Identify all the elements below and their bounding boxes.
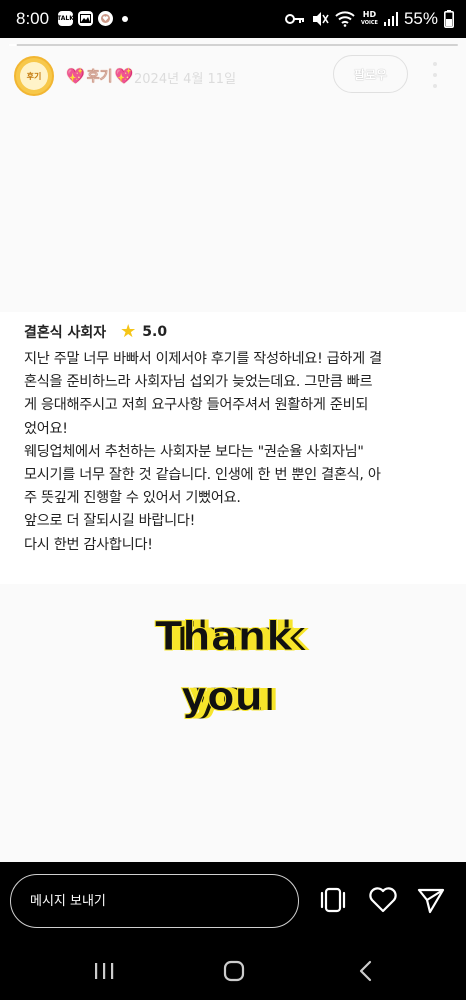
sticker-line2: you [181,674,263,720]
story-date: 2024년 4월 11일 [134,72,237,87]
wifi-icon [335,11,355,27]
story-progress-bar [8,44,458,46]
thank-you-sticker: Thank Thank Thank Thank you you you you [155,614,311,721]
system-icons: HD VOICE 55% [284,9,454,29]
story-header: 후기 💖 후기 💖 2024년 4월 11일 팔로우 [0,52,466,102]
story-progress-fill [8,44,17,46]
avatar[interactable]: 후기 [14,56,54,96]
follow-button[interactable]: 팔로우 [333,55,408,93]
story-reply-bar [0,862,466,942]
screen: 8:00 TALK HD VOICE 55% 후기 💖 후기 💖 2024년 4… [0,0,466,1000]
battery-icon [444,10,454,28]
username-text: 후기 [86,69,113,85]
more-icon[interactable] [428,62,442,88]
review-rating: 5.0 [142,323,168,340]
more-notifications-dot [122,15,128,22]
app-notification-icon [98,11,113,26]
home-icon[interactable] [214,956,254,986]
pink-heart-icon: 💖 [66,67,85,85]
message-input[interactable] [10,874,299,928]
send-icon[interactable] [415,884,447,916]
sticker-line1: Thank [155,614,294,660]
review-header: 결혼식 사회자 ★ 5.0 [24,321,167,342]
system-navigation-bar [0,942,466,1000]
recents-icon[interactable] [84,956,124,986]
heart-icon[interactable] [367,884,399,916]
talk-notification-icon: TALK [57,11,74,26]
hd-sub-label: VOICE [360,20,378,26]
key-icon [284,14,304,24]
signal-icon [383,12,398,26]
hd-voice-indicator: HD VOICE [361,11,378,27]
review-card: 결혼식 사회자 ★ 5.0 지난 주말 너무 바빠서 이제서야 후기를 작성하네… [0,312,466,584]
gallery-notification-icon [78,11,93,26]
back-icon[interactable] [346,956,386,986]
pink-heart-icon: 💖 [114,67,134,85]
status-bar: 8:00 TALK HD VOICE 55% [0,0,466,38]
status-time: 8:00 [16,9,50,28]
review-title: 결혼식 사회자 [24,324,107,341]
mute-icon [312,12,329,26]
hd-label: HD [362,10,377,19]
star-icon: ★ [120,321,137,342]
battery-percent: 55% [403,9,438,28]
review-body: 지난 주말 너무 바빠서 이제서야 후기를 작성하네요! 급하게 결 혼식을 준… [24,351,382,553]
avatar-label: 후기 [20,62,48,90]
notification-icons: TALK [57,11,128,26]
story-viewer[interactable]: 후기 💖 후기 💖 2024년 4월 11일 팔로우 결혼식 사회자 ★ 5.0… [0,38,466,862]
username[interactable]: 💖 후기 💖 [66,66,133,86]
reshare-icon[interactable] [317,884,349,916]
